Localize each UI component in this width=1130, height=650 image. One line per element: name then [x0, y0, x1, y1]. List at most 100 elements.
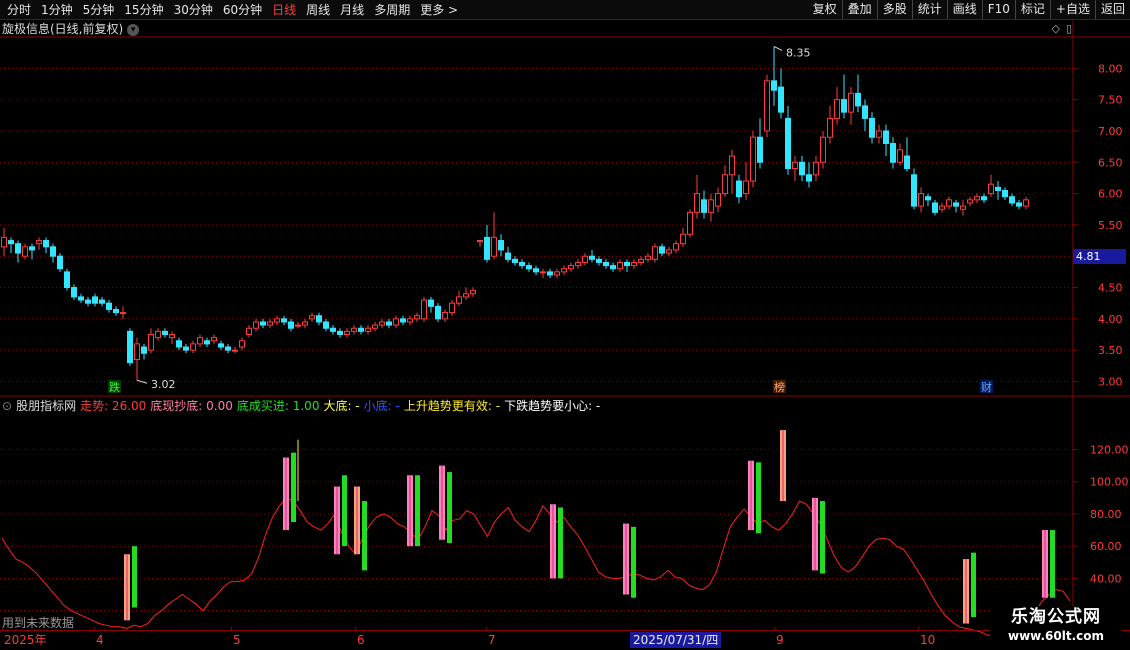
candle-body	[267, 321, 273, 326]
indicator-settings-icon[interactable]: ⊙	[2, 398, 12, 414]
candle-body	[43, 240, 49, 248]
price-tick-label: 6.50	[1098, 156, 1123, 169]
date-label-6: 10	[920, 633, 936, 647]
price-tick-label: 8.00	[1098, 62, 1123, 75]
finance-badge: 财	[981, 380, 992, 394]
confirm-signal-bar	[132, 546, 137, 608]
candle-body	[1009, 196, 1015, 204]
candle-body	[897, 149, 903, 163]
candle-body	[911, 174, 917, 207]
candle-body	[162, 330, 168, 335]
candle-body	[750, 136, 756, 182]
indicator-field-2: 底现抄底: 0.00	[150, 399, 233, 413]
indicator-field-4: 大底: -	[323, 399, 360, 413]
candle-body	[246, 327, 252, 336]
candle-body	[687, 211, 693, 235]
candle-body	[729, 155, 735, 176]
candle-body	[288, 321, 294, 329]
candle-body	[939, 205, 945, 210]
candle-body	[253, 321, 259, 329]
candle-body	[99, 299, 105, 304]
candle-body	[568, 265, 574, 270]
candle-body	[484, 236, 490, 260]
candle-body	[365, 327, 371, 332]
candle-body	[176, 340, 182, 348]
date-label-0: 2025年	[4, 633, 47, 647]
candle-body	[918, 193, 924, 207]
candle-body	[561, 268, 567, 273]
watermark: 乐淘公式网 www.60lt.com	[990, 606, 1122, 646]
indicator-field-3: 底成买进: 1.00	[236, 399, 320, 413]
confirm-signal-bar	[415, 475, 420, 547]
candle-body	[316, 315, 322, 323]
indicator-tick-label: 80.00	[1090, 508, 1122, 521]
candle-body	[351, 327, 357, 332]
candle-body	[666, 249, 672, 254]
candle-body	[323, 321, 329, 329]
candle-body	[771, 80, 777, 91]
candle-body	[624, 261, 630, 267]
current-price-label: 4.81	[1073, 249, 1126, 264]
candle-body	[358, 327, 364, 332]
candle-body	[113, 308, 119, 314]
confirm-signal-bar	[447, 472, 452, 543]
candle-body	[386, 321, 392, 326]
confirm-signal-bar	[820, 501, 825, 574]
candle-body	[106, 302, 112, 310]
low-marker-line	[136, 379, 148, 384]
date-label-4: 7	[488, 633, 496, 647]
candle-body	[155, 330, 161, 339]
candle-body	[274, 318, 280, 323]
candle-body	[407, 318, 413, 323]
candle-body	[393, 318, 399, 326]
candle-body	[848, 92, 854, 113]
candle-body	[260, 321, 266, 326]
candle-body	[183, 346, 189, 351]
price-tick-label: 3.00	[1098, 375, 1123, 388]
watermark-url: www.60lt.com	[1007, 629, 1105, 643]
indicator-tick-label: 40.00	[1090, 572, 1122, 585]
candle-body	[757, 136, 763, 163]
date-label-1: 4	[96, 633, 104, 647]
candle-body	[820, 136, 826, 163]
kline-chart[interactable]: 8.007.507.006.506.005.505.004.504.003.50…	[0, 0, 1130, 650]
candle-body	[673, 243, 679, 251]
candle-body	[596, 258, 602, 263]
candle-body	[127, 330, 133, 364]
candle-body	[610, 265, 616, 270]
candle-body	[652, 246, 658, 260]
indicator-field-1: 走势: 26.00	[80, 399, 147, 413]
candle-body	[631, 261, 637, 267]
candle-body	[855, 92, 861, 107]
price-tick-label: 7.50	[1098, 94, 1123, 107]
candle-body	[862, 105, 868, 119]
candle-body	[981, 196, 987, 201]
candle-body	[134, 343, 140, 361]
high-price-label: 8.35	[786, 46, 811, 59]
candle-body	[225, 346, 231, 351]
indicator-field-6: 上升趋势更有效: -	[403, 399, 501, 413]
candle-body	[218, 343, 224, 348]
candle-body	[85, 299, 91, 304]
candle-body	[64, 271, 70, 289]
candle-body	[659, 246, 665, 254]
candle-body	[449, 302, 455, 314]
trend-line	[1, 497, 1071, 637]
candle-body	[925, 196, 931, 201]
candle-body	[533, 268, 539, 273]
candle-body	[442, 312, 448, 320]
candle-body	[281, 318, 287, 323]
indicator-tick-label: 120.00	[1090, 443, 1129, 456]
candle-body	[960, 205, 966, 210]
future-data-label: 用到未来数据	[2, 616, 75, 630]
candle-body	[694, 193, 700, 213]
candle-body	[876, 130, 882, 138]
candle-body	[498, 240, 504, 251]
candle-body	[540, 271, 546, 274]
candle-body	[834, 99, 840, 119]
candle-body	[344, 330, 350, 335]
candle-body	[890, 142, 896, 163]
confirm-signal-bar	[756, 462, 761, 534]
candle-body	[764, 80, 770, 132]
candle-body	[190, 343, 196, 351]
